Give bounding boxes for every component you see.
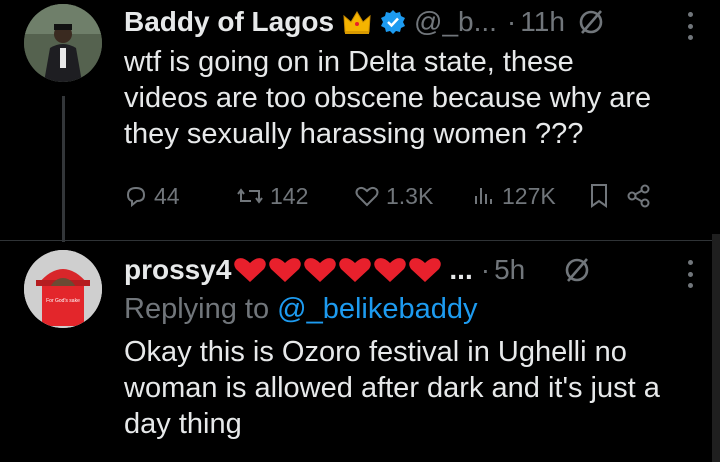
timestamp[interactable]: 5h <box>494 254 525 286</box>
name-ellipsis: ... <box>449 254 473 285</box>
tweet-header: prossy4 ... · 5h <box>124 250 706 290</box>
divider <box>0 240 720 241</box>
avatar[interactable]: For God's sake <box>24 250 102 328</box>
hearts-row <box>233 256 445 284</box>
replying-to-label: Replying to <box>124 293 270 325</box>
separator-dot: · <box>480 254 491 285</box>
tweet-prossy4[interactable]: For God's sake prossy4 ... · 5h Replying… <box>0 0 720 440</box>
sign-text: For God's sake <box>46 298 80 304</box>
avatar-photo: For God's sake <box>24 250 102 328</box>
more-options-icon[interactable] <box>678 260 702 288</box>
grok-icon[interactable] <box>563 256 591 284</box>
tweet-text: Okay this is Ozoro festival in Ughelli n… <box>124 336 660 440</box>
scrollbar[interactable] <box>712 234 720 462</box>
replying-to: Replying to @_belikebaddy <box>124 290 706 328</box>
display-name[interactable]: prossy4 <box>124 254 231 286</box>
replying-to-handle-link[interactable]: @_belikebaddy <box>277 293 477 325</box>
